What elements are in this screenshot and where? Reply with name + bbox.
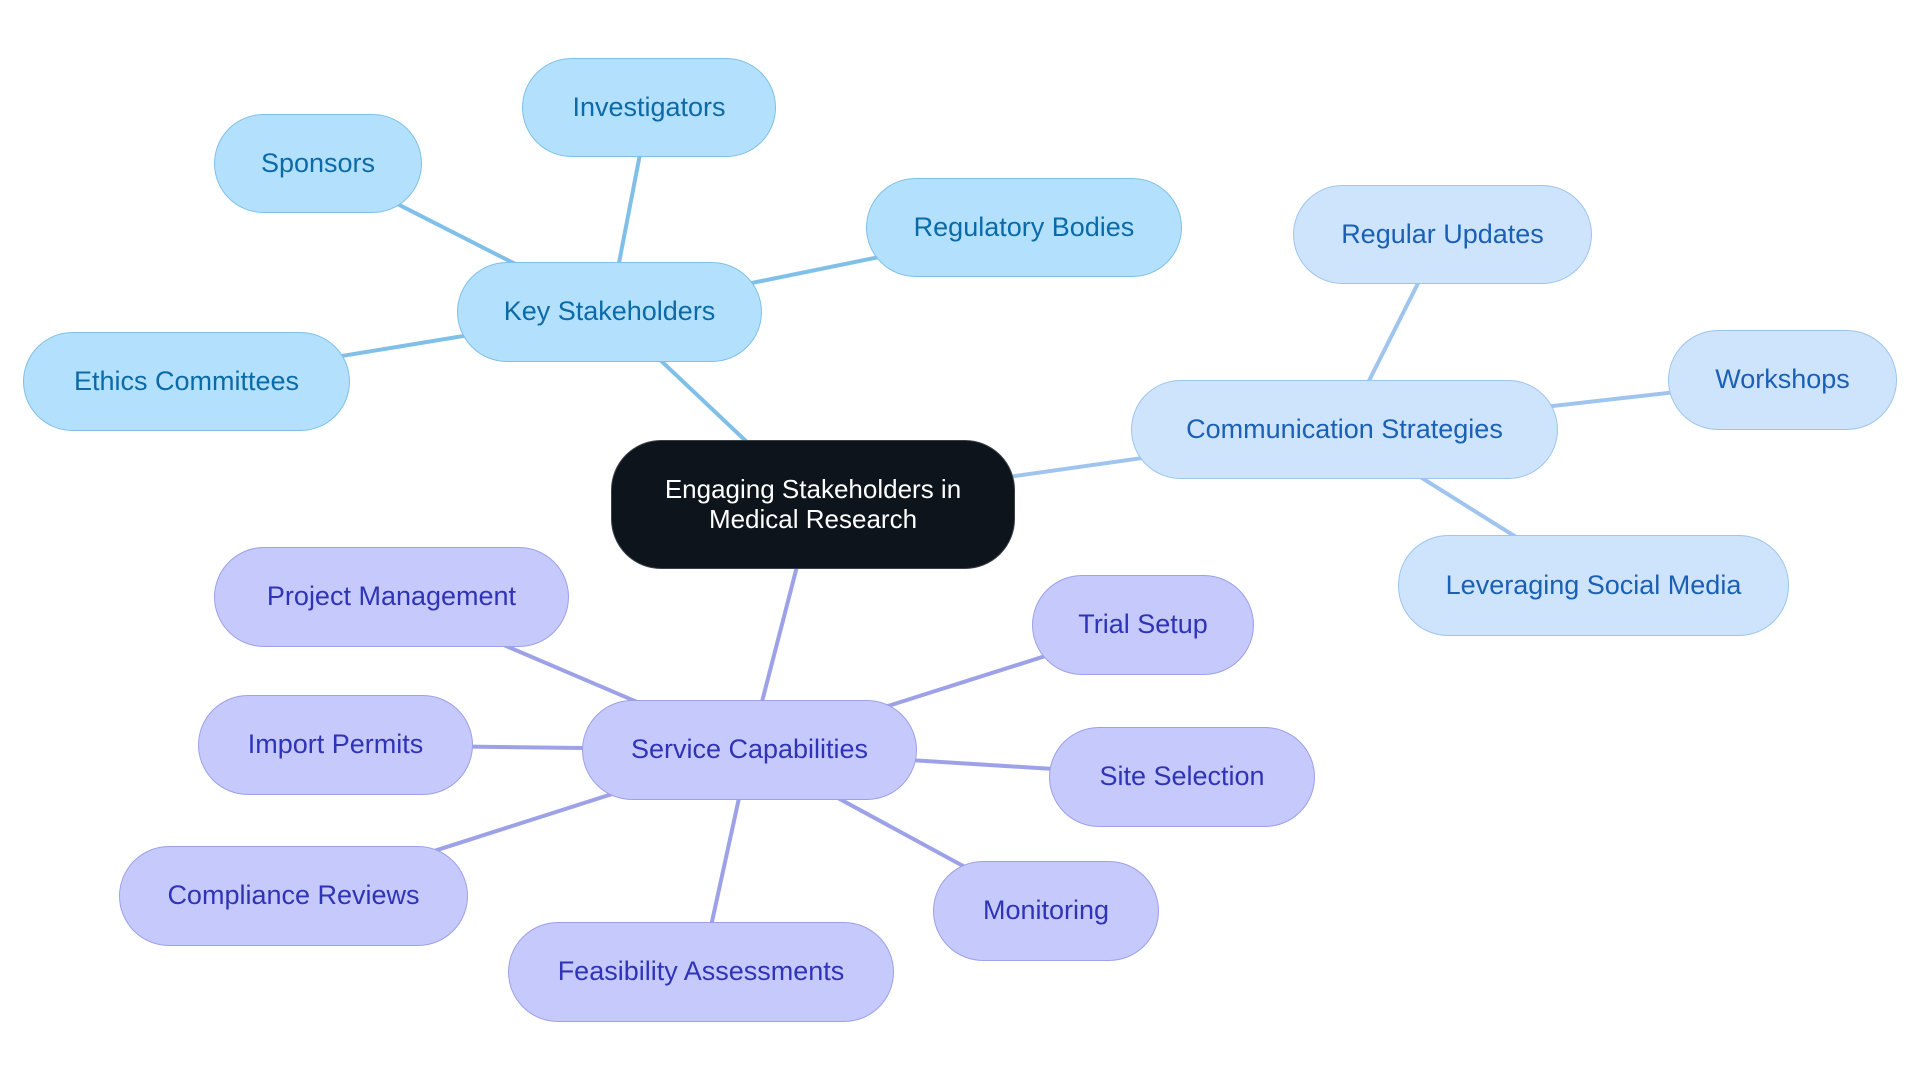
- node-label: Service Capabilities: [630, 734, 869, 765]
- leaf-node-leveraging-social-media[interactable]: Leveraging Social Media: [1398, 535, 1789, 636]
- node-label: Sponsors: [260, 147, 376, 178]
- leaf-node-import-permits[interactable]: Import Permits: [198, 695, 473, 795]
- leaf-node-investigators[interactable]: Investigators: [522, 58, 776, 157]
- node-label: Feasibility Assessments: [557, 956, 845, 987]
- node-label: Site Selection: [1099, 761, 1265, 792]
- node-label: Trial Setup: [1078, 609, 1208, 640]
- node-label: Communication Strategies: [1186, 413, 1503, 444]
- node-label: Monitoring: [982, 895, 1110, 926]
- leaf-node-workshops[interactable]: Workshops: [1668, 330, 1897, 430]
- node-label: Ethics Committees: [73, 365, 300, 396]
- node-label: Regulatory Bodies: [913, 211, 1135, 242]
- leaf-node-compliance-reviews[interactable]: Compliance Reviews: [119, 846, 468, 946]
- branch-node-service-capabilities[interactable]: Service Capabilities: [582, 700, 917, 800]
- leaf-node-ethics-committees[interactable]: Ethics Committees: [23, 332, 350, 431]
- node-label: Investigators: [572, 91, 726, 122]
- node-label: Key Stakeholders: [503, 296, 716, 327]
- leaf-node-monitoring[interactable]: Monitoring: [933, 861, 1159, 961]
- leaf-node-sponsors[interactable]: Sponsors: [214, 114, 422, 213]
- leaf-node-trial-setup[interactable]: Trial Setup: [1032, 575, 1254, 675]
- leaf-node-feasibility-assessments[interactable]: Feasibility Assessments: [508, 922, 894, 1022]
- root-node-label: Engaging Stakeholders in Medical Researc…: [664, 473, 962, 534]
- leaf-node-project-management[interactable]: Project Management: [214, 547, 569, 647]
- node-label: Workshops: [1715, 364, 1850, 395]
- leaf-node-regulatory-bodies[interactable]: Regulatory Bodies: [866, 178, 1182, 277]
- node-label: Regular Updates: [1341, 218, 1544, 249]
- root-node[interactable]: Engaging Stakeholders in Medical Researc…: [611, 440, 1015, 569]
- node-label: Compliance Reviews: [167, 880, 420, 911]
- node-label: Import Permits: [247, 729, 424, 760]
- branch-node-communication-strategies[interactable]: Communication Strategies: [1131, 380, 1558, 479]
- branch-node-key-stakeholders[interactable]: Key Stakeholders: [457, 262, 762, 362]
- leaf-node-regular-updates[interactable]: Regular Updates: [1293, 185, 1592, 284]
- node-label: Leveraging Social Media: [1445, 569, 1742, 600]
- leaf-node-site-selection[interactable]: Site Selection: [1049, 727, 1315, 827]
- node-label: Project Management: [266, 581, 517, 612]
